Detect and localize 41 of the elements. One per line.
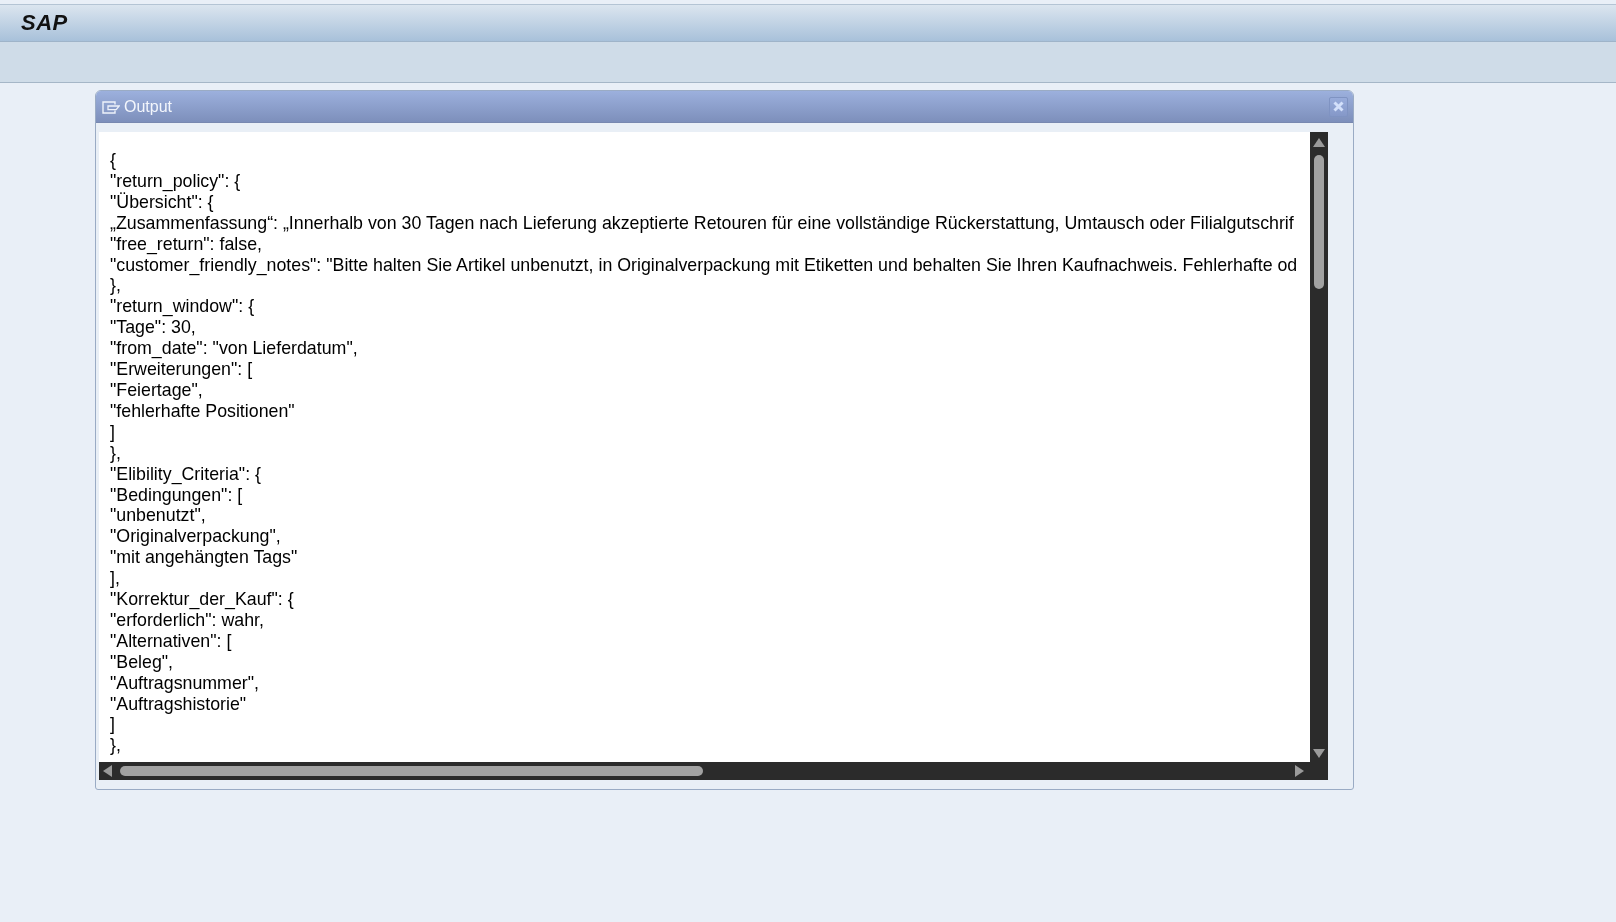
close-icon	[1333, 101, 1344, 112]
output-line: "Erweiterungen": [	[110, 359, 253, 380]
output-line: "Auftragshistorie"	[110, 693, 247, 715]
output-line: ],	[110, 568, 120, 590]
scroll-thumb[interactable]	[120, 766, 703, 776]
output-line: "erforderlich": wahr,	[110, 609, 264, 631]
app-logo: SAP	[21, 10, 68, 36]
output-line: "Elibility_Criteria": {	[110, 463, 261, 485]
horizontal-scrollbar[interactable]	[99, 762, 1328, 780]
output-line: "Originalverpackung",	[110, 526, 281, 548]
output-line: "Korrektur_der_Kauf": {	[110, 589, 294, 610]
output-line: ]	[110, 714, 115, 736]
scroll-thumb[interactable]	[1314, 155, 1324, 289]
vertical-scrollbar[interactable]	[1310, 132, 1328, 762]
output-line: },	[110, 442, 121, 464]
scroll-left-arrow-icon[interactable]	[103, 765, 112, 777]
output-line: "return_policy": {	[110, 170, 241, 192]
dialog-title: Output	[124, 97, 174, 116]
document-pencil-icon	[102, 100, 120, 114]
output-line: "customer_friendly_notes": "Bitte halten Sie Artikel unbenutzt, in Originalverpackung mit Etiketten und behalten Sie Ihren Kaufnachweis. Fehlerhafte od	[110, 254, 1298, 276]
output-line: "unbenutzt",	[110, 505, 206, 527]
output-line: },	[110, 275, 121, 297]
output-line: "Beleg",	[110, 651, 174, 673]
output-line: "fehlerhafte Positionen"	[110, 400, 295, 422]
output-line: "Tage": 30,	[110, 317, 196, 339]
output-line: "Auftragsnummer",	[110, 672, 259, 694]
output-line: ]	[110, 421, 115, 443]
scroll-right-arrow-icon[interactable]	[1295, 765, 1304, 777]
output-line: „Zusammenfassung“: „Innerhalb von 30 Tagen nach Lieferung akzeptierte Retouren für eine vollständige Rückerstattung, Umtausch oder Filialgutschrif	[110, 212, 1294, 234]
output-line: "Übersicht": {	[110, 191, 214, 213]
output-line: "return_window": {	[110, 296, 255, 318]
output-line: "mit angehängten Tags"	[110, 547, 298, 569]
output-line: "free_return": false,	[110, 233, 262, 255]
scroll-down-arrow-icon[interactable]	[1313, 749, 1325, 758]
output-line: },	[110, 735, 121, 757]
output-line: "Alternativen": [	[110, 630, 232, 652]
output-line: "from_date": "von Lieferdatum",	[110, 338, 358, 360]
output-line: {	[110, 150, 116, 171]
scroll-up-arrow-icon[interactable]	[1313, 138, 1325, 147]
output-line: "Bedingungen": [	[110, 484, 243, 506]
output-line: "Feiertage",	[110, 379, 203, 401]
